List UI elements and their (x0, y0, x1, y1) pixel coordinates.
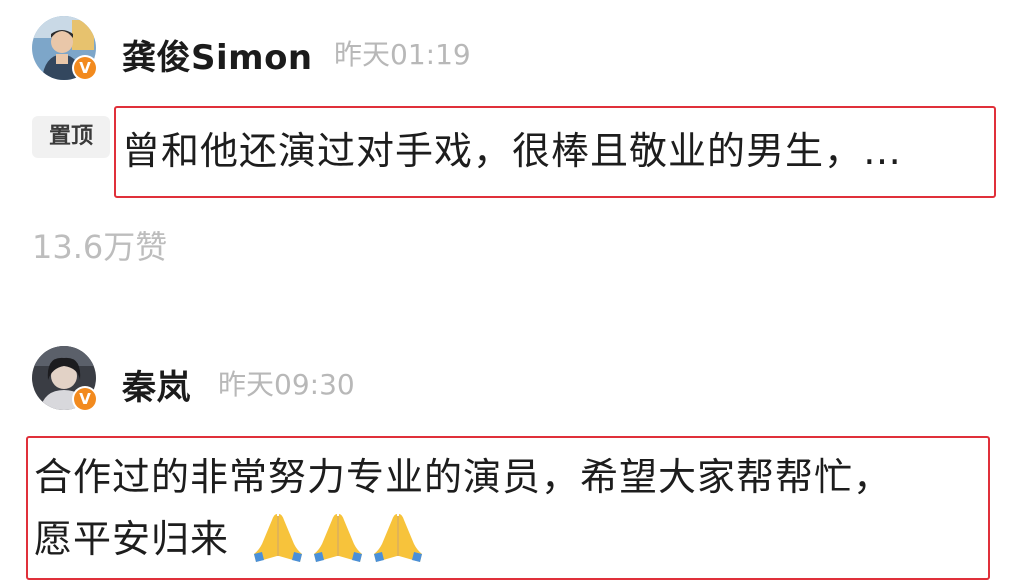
comment-username[interactable]: 秦岚 (122, 360, 191, 409)
emoji-group (250, 510, 426, 564)
comment-text-line[interactable]: 合作过的非常努力专业的演员，希望大家帮帮忙， (34, 446, 892, 501)
folded-hands-emoji-icon (314, 514, 362, 562)
verified-badge-icon: V (72, 55, 98, 81)
folded-hands-emoji-icon (254, 514, 302, 562)
verified-badge-icon: V (72, 386, 98, 412)
verified-v-icon: V (74, 388, 96, 410)
comment-username[interactable]: 龚俊Simon (122, 30, 313, 79)
comment-timestamp: 昨天01:19 (334, 38, 471, 71)
pinned-badge: 置顶 (32, 116, 110, 158)
comment-text-line[interactable]: 愿平安归来 (34, 508, 229, 563)
folded-hands-emoji-icon (374, 514, 422, 562)
comment-timestamp: 昨天09:30 (218, 368, 355, 401)
comment-text[interactable]: 曾和他还演过对手戏，很棒且敬业的男生，… (122, 120, 902, 175)
like-count[interactable]: 13.6万赞 (32, 222, 167, 268)
verified-v-icon: V (74, 57, 96, 79)
